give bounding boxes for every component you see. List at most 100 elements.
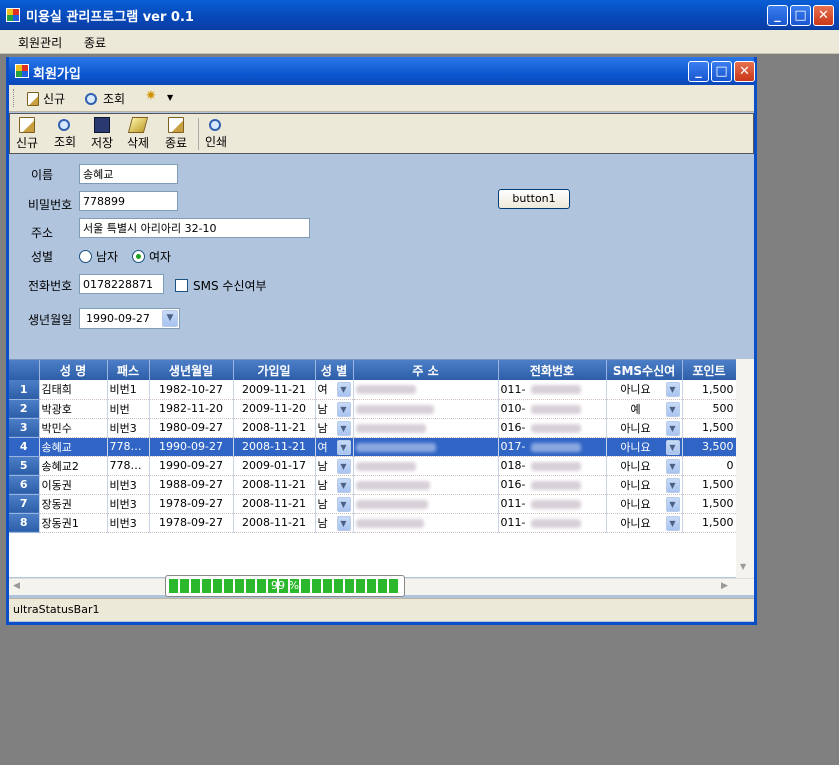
row-number[interactable]: 3: [9, 418, 40, 438]
cell-gender[interactable]: 여 ▼: [315, 437, 354, 457]
cell-address[interactable]: [353, 399, 499, 419]
col-address-header[interactable]: 주 소: [353, 360, 499, 380]
chevron-down-icon[interactable]: ▼: [665, 439, 680, 455]
cell-point[interactable]: 1,500: [682, 494, 737, 514]
cell-join[interactable]: 2009-11-20: [233, 399, 316, 419]
cell-name[interactable]: 김태희: [39, 380, 108, 400]
cell-pass[interactable]: 비번3: [107, 494, 150, 514]
cell-point[interactable]: 1,500: [682, 475, 737, 495]
main-title-bar[interactable]: 미용실 관리프로그램 ver 0.1 _ □ ✕: [0, 0, 839, 30]
row-number[interactable]: 7: [9, 494, 40, 514]
cell-name[interactable]: 송혜교2: [39, 456, 108, 476]
cell-join[interactable]: 2008-11-21: [233, 513, 316, 533]
radio-female[interactable]: 여자: [132, 248, 171, 265]
cell-phone[interactable]: 016-: [498, 418, 607, 438]
scroll-down-icon[interactable]: ▼: [740, 562, 746, 571]
chevron-down-icon[interactable]: ▼: [665, 401, 680, 417]
form-close-button[interactable]: ✕: [734, 61, 755, 82]
cell-birth[interactable]: 1988-09-27: [149, 475, 234, 495]
cell-sms[interactable]: 아니요 ▼: [606, 475, 683, 495]
cell-point[interactable]: 1,500: [682, 418, 737, 438]
cell-phone[interactable]: 016-: [498, 475, 607, 495]
scroll-right-icon[interactable]: ▶: [721, 581, 728, 591]
cell-birth[interactable]: 1978-09-27: [149, 513, 234, 533]
cell-sms[interactable]: 아니요 ▼: [606, 418, 683, 438]
cell-phone[interactable]: 010-: [498, 399, 607, 419]
close-button[interactable]: ✕: [813, 5, 834, 26]
cell-gender[interactable]: 남 ▼: [315, 513, 354, 533]
form-minimize-button[interactable]: _: [688, 61, 709, 82]
cell-birth[interactable]: 1980-09-27: [149, 418, 234, 438]
cell-phone[interactable]: 017-: [498, 437, 607, 457]
cell-sms[interactable]: 아니요 ▼: [606, 513, 683, 533]
cell-pass[interactable]: 비번: [107, 399, 150, 419]
form-maximize-button[interactable]: □: [711, 61, 732, 82]
col-point-header[interactable]: 포인트: [682, 360, 737, 380]
row-number[interactable]: 8: [9, 513, 40, 533]
cell-gender[interactable]: 남 ▼: [315, 475, 354, 495]
cell-pass[interactable]: 778…: [107, 456, 150, 476]
cell-pass[interactable]: 778…: [107, 437, 150, 457]
cell-address[interactable]: [353, 513, 499, 533]
row-number[interactable]: 2: [9, 399, 40, 419]
birth-date-picker[interactable]: 1990-09-27 ▼: [79, 308, 180, 329]
cell-point[interactable]: 0: [682, 456, 737, 476]
cell-birth[interactable]: 1990-09-27: [149, 456, 234, 476]
name-field[interactable]: [79, 164, 178, 184]
form-title-bar[interactable]: 회원가입 _ □ ✕: [9, 57, 755, 85]
cell-pass[interactable]: 비번1: [107, 380, 150, 400]
chevron-down-icon[interactable]: ▼: [336, 420, 351, 436]
save-button[interactable]: 저장: [91, 117, 113, 151]
cell-sms[interactable]: 아니요 ▼: [606, 456, 683, 476]
cell-pass[interactable]: 비번3: [107, 513, 150, 533]
cell-point[interactable]: 1,500: [682, 380, 737, 400]
chevron-down-icon[interactable]: ▼: [336, 382, 351, 398]
col-join-header[interactable]: 가입일: [233, 360, 316, 380]
col-gender-header[interactable]: 성 별: [315, 360, 354, 380]
cell-point[interactable]: 3,500: [682, 437, 737, 457]
cell-name[interactable]: 박광호: [39, 399, 108, 419]
cell-sms[interactable]: 예 ▼: [606, 399, 683, 419]
chevron-down-icon[interactable]: ▼: [665, 477, 680, 493]
chevron-down-icon[interactable]: ▼: [336, 439, 351, 455]
phone-field[interactable]: [79, 274, 164, 294]
toolbar-search-button[interactable]: 조회: [85, 90, 125, 107]
cell-join[interactable]: 2008-11-21: [233, 437, 316, 457]
chevron-down-icon[interactable]: ▼: [336, 458, 351, 474]
exit-button[interactable]: 종료: [165, 117, 187, 151]
button1[interactable]: button1: [498, 189, 570, 209]
cell-phone[interactable]: 018-: [498, 456, 607, 476]
chevron-down-icon[interactable]: ▼: [665, 382, 680, 398]
cell-join[interactable]: 2008-11-21: [233, 494, 316, 514]
cell-birth[interactable]: 1990-09-27: [149, 437, 234, 457]
cell-name[interactable]: 송혜교: [39, 437, 108, 457]
search-button[interactable]: 조회: [54, 117, 76, 150]
cell-gender[interactable]: 남 ▼: [315, 456, 354, 476]
cell-name[interactable]: 장동권: [39, 494, 108, 514]
cell-address[interactable]: [353, 494, 499, 514]
radio-female-circle[interactable]: [132, 250, 145, 263]
cell-name[interactable]: 이동권: [39, 475, 108, 495]
chevron-down-icon[interactable]: ▼: [336, 515, 351, 531]
cell-pass[interactable]: 비번3: [107, 418, 150, 438]
row-number[interactable]: 4: [9, 437, 40, 457]
new-button[interactable]: 신규: [16, 117, 38, 151]
col-name-header[interactable]: 성 명: [39, 360, 108, 380]
cell-join[interactable]: 2009-11-21: [233, 380, 316, 400]
radio-male[interactable]: 남자: [79, 248, 118, 265]
address-field[interactable]: [79, 218, 310, 238]
cell-gender[interactable]: 남 ▼: [315, 418, 354, 438]
toolbar-grip[interactable]: [13, 89, 16, 107]
cell-join[interactable]: 2008-11-21: [233, 418, 316, 438]
cell-birth[interactable]: 1982-11-20: [149, 399, 234, 419]
table-row[interactable]: 4 송혜교 778… 1990-09-27 2008-11-21 여 ▼ 017- 아니요 ▼ 3,…: [9, 437, 737, 457]
radio-male-circle[interactable]: [79, 250, 92, 263]
col-birth-header[interactable]: 생년월일: [149, 360, 234, 380]
cell-phone[interactable]: 011-: [498, 380, 607, 400]
cell-gender[interactable]: 여 ▼: [315, 380, 354, 400]
col-phone-header[interactable]: 전화번호: [498, 360, 607, 380]
chevron-down-icon[interactable]: ▼: [336, 496, 351, 512]
cell-sms[interactable]: 아니요 ▼: [606, 437, 683, 457]
row-number[interactable]: 1: [9, 380, 40, 400]
col-sms-header[interactable]: SMS수신여: [606, 360, 683, 380]
